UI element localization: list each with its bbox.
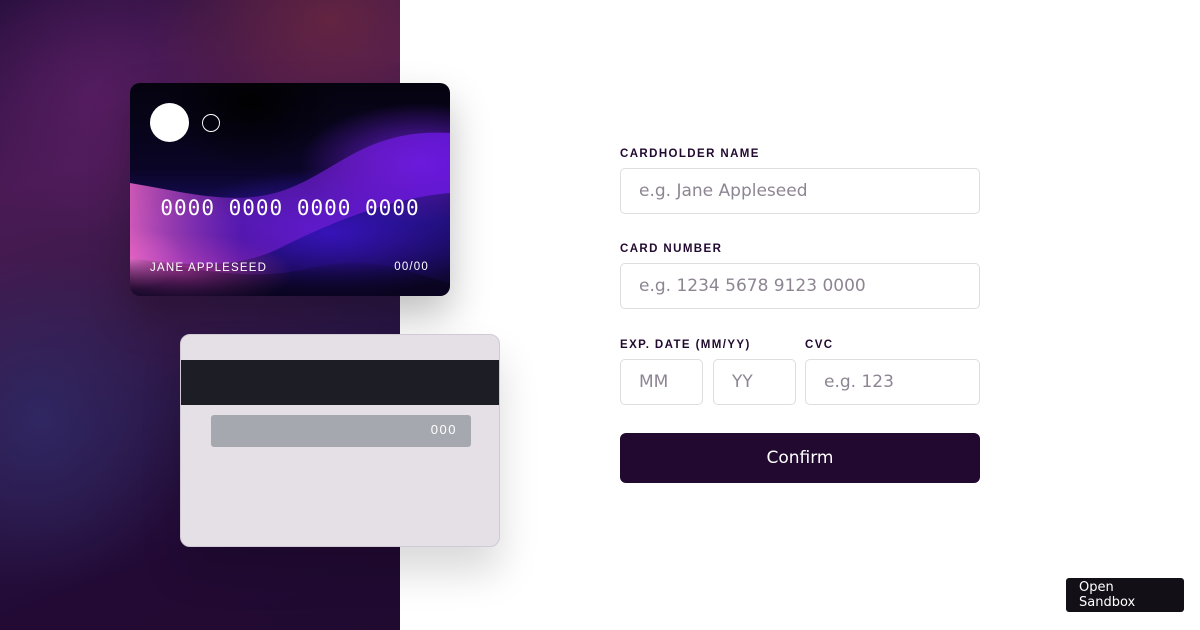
cvc-label: CVC [805, 339, 834, 351]
card-front-preview: 0000 0000 0000 0000 JANE APPLESEED 00/00 [130, 83, 450, 296]
card-logo-filled-circle-icon [150, 103, 189, 142]
cardholder-name-input[interactable] [620, 168, 980, 214]
cvc-input[interactable] [805, 359, 980, 405]
confirm-button[interactable]: Confirm [620, 433, 980, 483]
cardholder-name-display: JANE APPLESEED [150, 262, 268, 274]
magnetic-stripe [181, 360, 499, 405]
exp-date-label: EXP. DATE (MM/YY) [620, 339, 751, 351]
card-number-display: 0000 0000 0000 0000 [160, 196, 420, 220]
expiry-date-display: 00/00 [394, 261, 429, 273]
cvc-field: CVC [805, 339, 980, 405]
cardholder-name-field: CARDHOLDER NAME [620, 148, 980, 214]
exp-date-field: EXP. DATE (MM/YY) [620, 339, 796, 405]
exp-month-input[interactable] [620, 359, 703, 405]
card-logo-outline-circle-icon [202, 114, 220, 132]
cvc-display: 000 [430, 422, 457, 437]
card-number-label: CARD NUMBER [620, 243, 723, 255]
card-back-preview: 000 [180, 334, 500, 547]
card-number-input[interactable] [620, 263, 980, 309]
card-number-field: CARD NUMBER [620, 243, 980, 309]
open-sandbox-button[interactable]: Open Sandbox [1066, 578, 1184, 612]
signature-strip: 000 [211, 415, 471, 447]
exp-year-input[interactable] [713, 359, 796, 405]
cardholder-name-label: CARDHOLDER NAME [620, 148, 760, 160]
